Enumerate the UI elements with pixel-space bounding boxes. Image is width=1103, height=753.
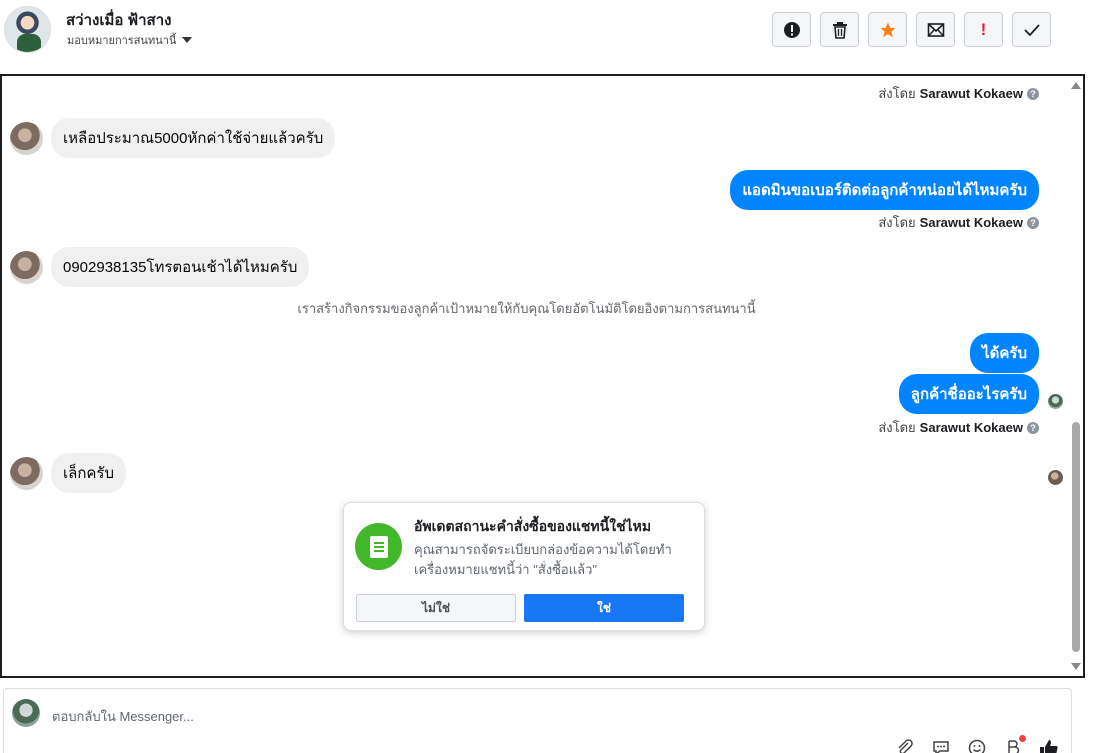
- outgoing-bubble[interactable]: ได้ครับ: [970, 333, 1039, 373]
- scroll-down-arrow-icon[interactable]: [1071, 663, 1081, 670]
- agent-avatar: [12, 699, 40, 727]
- sent-by-label: ส่งโดย Sarawut Kokaew ?: [878, 212, 1039, 233]
- checkmark-icon: [1023, 23, 1040, 36]
- order-receipt-icon: [355, 523, 402, 570]
- order-status-popup: อัพเดตสถานะคำสั่งซื้อของแชทนี้ใช่ไหม คุณ…: [343, 502, 705, 631]
- attach-icon[interactable]: [894, 737, 916, 753]
- mark-unread-button[interactable]: [916, 12, 955, 47]
- reply-composer: ตอบกลับใน Messenger...: [3, 688, 1072, 753]
- delete-button[interactable]: [820, 12, 859, 47]
- scroll-up-arrow-icon[interactable]: [1071, 82, 1081, 89]
- popup-no-button[interactable]: ไม่ใช่: [356, 594, 516, 622]
- scroll-thumb[interactable]: [1072, 422, 1080, 652]
- spam-button[interactable]: [772, 12, 811, 47]
- sent-by-label: ส่งโดย Sarawut Kokaew ?: [878, 83, 1039, 104]
- outgoing-bubble[interactable]: ลูกค้าชื่ออะไรครับ: [898, 374, 1039, 414]
- exclamation-icon: !: [980, 19, 987, 39]
- customer-avatar[interactable]: [10, 456, 43, 490]
- star-icon: [880, 22, 895, 37]
- popup-title: อัพเดตสถานะคำสั่งซื้อของแชทนี้ใช่ไหม: [414, 518, 652, 534]
- assign-dropdown[interactable]: มอบหมายการสนทนานี้: [67, 31, 193, 49]
- incoming-bubble[interactable]: 0902938135โทรตอนเช้าได้ไหมครับ: [51, 247, 310, 287]
- incoming-message: เล็กครับ: [10, 453, 127, 493]
- incoming-bubble[interactable]: เหลือประมาณ5000หักค่าใช้จ่ายแล้วครับ: [51, 118, 336, 158]
- outgoing-bubble[interactable]: แอดมินขอเบอร์ติดต่อลูกค้าหน่อยได้ไหมครับ: [730, 170, 1039, 210]
- contact-avatar[interactable]: [4, 6, 51, 53]
- follow-up-button[interactable]: !: [964, 12, 1003, 47]
- assign-label: มอบหมายการสนทนานี้: [67, 35, 177, 47]
- payment-icon[interactable]: [1002, 735, 1026, 753]
- incoming-bubble[interactable]: เล็กครับ: [51, 453, 127, 493]
- envelope-icon: [927, 22, 944, 37]
- contact-name[interactable]: สว่างเมื่อ ฟ้าสาง: [66, 8, 171, 32]
- thumbs-up-icon[interactable]: [1038, 737, 1060, 753]
- composer-tools: [894, 735, 1060, 753]
- notification-dot: [1019, 735, 1026, 742]
- saved-replies-icon[interactable]: [930, 737, 952, 753]
- star-button[interactable]: [868, 12, 907, 47]
- seen-indicator-avatar: [1048, 394, 1063, 409]
- help-icon[interactable]: ?: [1027, 421, 1039, 434]
- help-icon[interactable]: ?: [1027, 216, 1039, 229]
- trash-icon: [832, 21, 847, 39]
- reply-input[interactable]: ตอบกลับใน Messenger...: [52, 706, 194, 727]
- header-actions: !: [772, 12, 1051, 47]
- conversation-header: สว่างเมื่อ ฟ้าสาง มอบหมายการสนทนานี้ !: [0, 0, 1084, 74]
- incoming-message: 0902938135โทรตอนเช้าได้ไหมครับ: [10, 247, 310, 287]
- system-note: เราสร้างกิจกรรมของลูกค้าเป้าหมายให้กับคุ…: [297, 301, 756, 316]
- customer-avatar[interactable]: [10, 121, 43, 155]
- page-edge: [1086, 0, 1103, 753]
- customer-avatar[interactable]: [10, 250, 43, 284]
- seen-indicator-avatar: [1048, 470, 1063, 485]
- caret-down-icon: [182, 37, 193, 43]
- alert-circle-icon: [783, 21, 800, 38]
- popup-body: คุณสามารถจัดระเบียบกล่องข้อความได้โดยทำเ…: [414, 542, 672, 577]
- thread-scrollbar[interactable]: [1071, 82, 1081, 670]
- popup-yes-button[interactable]: ใช่: [524, 594, 684, 622]
- emoji-icon[interactable]: [966, 737, 988, 753]
- incoming-message: เหลือประมาณ5000หักค่าใช้จ่ายแล้วครับ: [10, 118, 336, 158]
- sent-by-label: ส่งโดย Sarawut Kokaew ?: [878, 417, 1039, 438]
- help-icon[interactable]: ?: [1027, 87, 1039, 100]
- done-button[interactable]: [1012, 12, 1051, 47]
